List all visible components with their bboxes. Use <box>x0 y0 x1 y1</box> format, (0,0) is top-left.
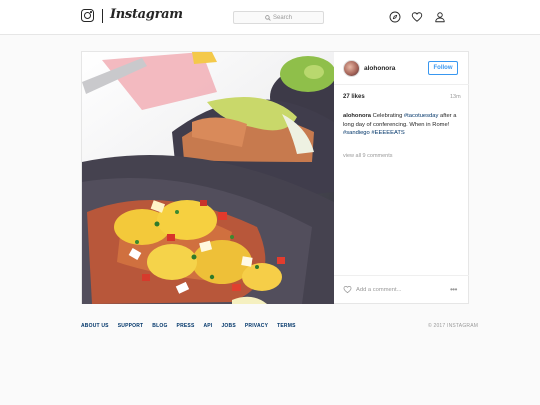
footer-links: ABOUT US SUPPORT BLOG PRESS API JOBS PRI… <box>81 323 296 329</box>
hashtag-tacotuesday[interactable]: #tacotuesday <box>404 113 438 119</box>
footer-link-about-us[interactable]: ABOUT US <box>81 323 109 329</box>
follow-button[interactable]: Follow <box>428 61 458 75</box>
post-header: alohonora Follow <box>334 52 469 85</box>
post-side-panel: alohonora Follow 27 likes 13m alohonora … <box>334 52 469 304</box>
add-comment-input[interactable]: Add a comment... <box>356 287 401 293</box>
like-heart-icon[interactable] <box>343 285 352 294</box>
instagram-wordmark[interactable]: Instagram <box>110 7 183 22</box>
more-options-button[interactable]: ••• <box>450 285 457 294</box>
post-username[interactable]: alohonora <box>364 65 395 72</box>
caption-username[interactable]: alohonora <box>343 113 371 119</box>
person-icon[interactable] <box>434 11 446 23</box>
hashtag-sandiego[interactable]: #sandiego <box>343 130 370 136</box>
post-card: alohonora Follow 27 likes 13m alohonora … <box>81 51 469 304</box>
logo-divider <box>102 9 103 23</box>
instagram-camera-icon[interactable] <box>81 9 94 22</box>
post-photo[interactable] <box>82 52 334 304</box>
footer-link-terms[interactable]: TERMS <box>277 323 296 329</box>
hashtag-eeeeeats[interactable]: #EEEEEATS <box>371 130 404 136</box>
caption-text: Celebrating <box>371 113 404 119</box>
view-all-comments-link[interactable]: view all 9 comments <box>343 153 393 159</box>
post-caption: alohonora Celebrating #tacotuesday after… <box>343 112 461 138</box>
footer-link-api[interactable]: API <box>204 323 213 329</box>
post-timestamp[interactable]: 13m <box>450 94 461 100</box>
copyright: © 2017 INSTAGRAM <box>428 323 479 329</box>
search-input[interactable]: Search <box>233 11 324 24</box>
compass-icon[interactable] <box>389 11 401 23</box>
footer-link-privacy[interactable]: PRIVACY <box>245 323 268 329</box>
likes-count[interactable]: 27 likes <box>343 94 365 100</box>
footer-link-press[interactable]: PRESS <box>177 323 195 329</box>
top-nav-bar: Instagram Search <box>0 0 540 35</box>
avatar[interactable] <box>343 60 360 77</box>
search-placeholder: Search <box>272 14 292 21</box>
footer-link-blog[interactable]: BLOG <box>152 323 167 329</box>
heart-icon[interactable] <box>411 11 423 23</box>
footer-link-support[interactable]: SUPPORT <box>118 323 144 329</box>
footer-link-jobs[interactable]: JOBS <box>221 323 235 329</box>
search-icon <box>265 14 271 21</box>
comment-bar: Add a comment... ••• <box>334 275 469 304</box>
